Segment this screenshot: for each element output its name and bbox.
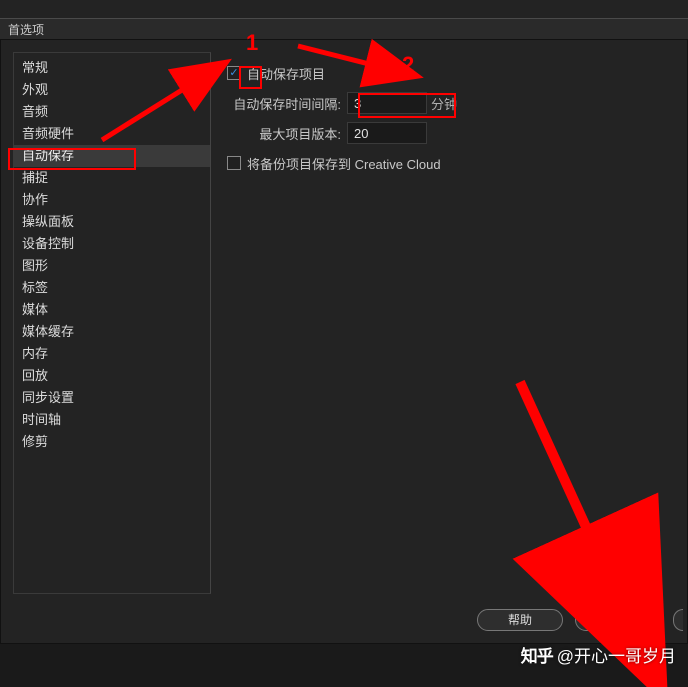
interval-input[interactable] xyxy=(347,92,427,114)
help-button[interactable]: 帮助 xyxy=(477,609,563,631)
dialog-titlebar: 首选项 xyxy=(0,18,688,40)
max-versions-label: 最大项目版本: xyxy=(223,124,341,143)
sidebar-item-timeline[interactable]: 时间轴 xyxy=(14,409,210,431)
preferences-dialog: 常规 外观 音频 音频硬件 自动保存 捕捉 协作 操纵面板 设备控制 图形 标签… xyxy=(0,40,688,644)
sidebar-item-playback[interactable]: 回放 xyxy=(14,365,210,387)
category-sidebar: 常规 外观 音频 音频硬件 自动保存 捕捉 协作 操纵面板 设备控制 图形 标签… xyxy=(13,52,211,594)
interval-unit: 分钟 xyxy=(431,94,457,113)
auto-save-project-label: 自动保存项目 xyxy=(247,64,325,83)
sidebar-item-media-cache[interactable]: 媒体缓存 xyxy=(14,321,210,343)
sidebar-item-collaboration[interactable]: 协作 xyxy=(14,189,210,211)
interval-label: 自动保存时间间隔: xyxy=(223,94,341,113)
cancel-button-partial[interactable] xyxy=(673,609,683,631)
watermark-brand: 知乎 xyxy=(521,642,553,667)
max-versions-input[interactable] xyxy=(347,122,427,144)
sidebar-item-control-surface[interactable]: 操纵面板 xyxy=(14,211,210,233)
sidebar-item-media[interactable]: 媒体 xyxy=(14,299,210,321)
save-backup-cc-label: 将备份项目保存到 Creative Cloud xyxy=(247,154,441,173)
sidebar-item-trim[interactable]: 修剪 xyxy=(14,431,210,453)
watermark: 知乎 @开心一哥岁月 xyxy=(521,642,676,667)
sidebar-item-audio-hardware[interactable]: 音频硬件 xyxy=(14,123,210,145)
sidebar-item-general[interactable]: 常规 xyxy=(14,57,210,79)
watermark-author: @开心一哥岁月 xyxy=(557,642,676,667)
save-backup-cc-checkbox[interactable] xyxy=(227,156,241,170)
sidebar-item-auto-save[interactable]: 自动保存 xyxy=(14,145,210,167)
ok-button[interactable]: 确定 xyxy=(575,609,661,631)
dialog-footer: 帮助 确定 xyxy=(477,609,683,631)
sidebar-item-graphics[interactable]: 图形 xyxy=(14,255,210,277)
sidebar-item-memory[interactable]: 内存 xyxy=(14,343,210,365)
sidebar-item-audio[interactable]: 音频 xyxy=(14,101,210,123)
dialog-title: 首选项 xyxy=(8,23,44,37)
sidebar-item-capture[interactable]: 捕捉 xyxy=(14,167,210,189)
settings-panel: 自动保存项目 自动保存时间间隔: 分钟 最大项目版本: 将备份项目保存到 Cre… xyxy=(223,52,675,586)
sidebar-item-sync-settings[interactable]: 同步设置 xyxy=(14,387,210,409)
app-background xyxy=(0,0,688,18)
auto-save-project-checkbox[interactable] xyxy=(227,66,241,80)
sidebar-item-appearance[interactable]: 外观 xyxy=(14,79,210,101)
sidebar-item-device-control[interactable]: 设备控制 xyxy=(14,233,210,255)
sidebar-item-labels[interactable]: 标签 xyxy=(14,277,210,299)
